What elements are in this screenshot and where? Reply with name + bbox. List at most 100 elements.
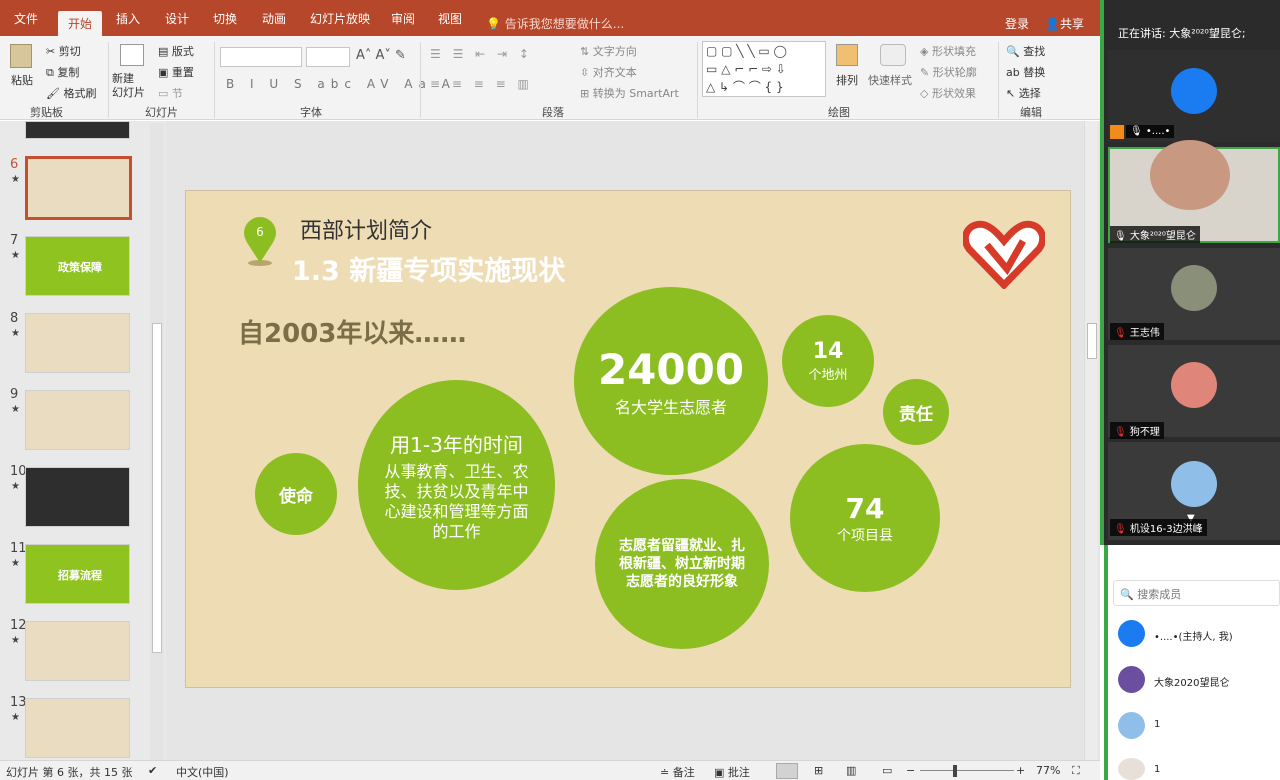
scroll-thumb[interactable] bbox=[152, 323, 162, 653]
heart-hand-logo-icon bbox=[963, 220, 1045, 289]
member-name[interactable]: 1 bbox=[1154, 764, 1160, 775]
tab-slideshow[interactable]: 幻灯片放映 bbox=[310, 10, 370, 27]
zoom-thumb[interactable] bbox=[953, 765, 957, 777]
copy-button[interactable]: ⧉ 复制 bbox=[46, 64, 79, 80]
slide-scrollbar[interactable] bbox=[1084, 121, 1098, 760]
slide-thumbnail-9[interactable] bbox=[25, 390, 130, 450]
align-icons[interactable]: ≡ ≡ ≡ ≡ ▥ bbox=[430, 77, 533, 91]
circle-counties: 74 个项目县 bbox=[790, 444, 940, 592]
select-button[interactable]: ↖ 选择 bbox=[1006, 85, 1041, 101]
tab-animations[interactable]: 动画 bbox=[262, 10, 286, 27]
thumb-label: 政策保障 bbox=[58, 261, 102, 274]
star-icon: ★ bbox=[11, 558, 20, 569]
font-name-field[interactable] bbox=[220, 47, 302, 67]
star-icon: ★ bbox=[11, 174, 20, 185]
search-placeholder: 搜索成员 bbox=[1137, 588, 1182, 601]
member-name[interactable]: 1 bbox=[1154, 719, 1160, 730]
slide-thumbnail-13[interactable] bbox=[25, 698, 130, 758]
shape-fill-button[interactable]: ◈ 形状填充 bbox=[920, 43, 976, 59]
slide[interactable]: 6 西部计划简介 1.3 新疆专项实施现状 自2003年以来…… 使命 用1-3… bbox=[185, 190, 1071, 688]
paint-bucket-icon: ◈ bbox=[920, 45, 932, 58]
language[interactable]: 中文(中国) bbox=[176, 764, 229, 780]
zoom-in-icon[interactable]: + bbox=[1016, 764, 1025, 777]
tab-design[interactable]: 设计 bbox=[165, 10, 189, 27]
tab-review[interactable]: 审阅 bbox=[391, 10, 415, 27]
shapes-gallery[interactable]: ▢ ▢ ╲ ╲ ▭ ◯ ▭ △ ⌐ ⌐ ⇨ ⇩ △ ↳ ⌒ ⌒ { } bbox=[702, 41, 826, 97]
font-size-field[interactable] bbox=[306, 47, 350, 67]
tab-insert[interactable]: 插入 bbox=[116, 10, 140, 27]
star-icon: ★ bbox=[11, 250, 20, 261]
format-painter-button[interactable]: 🖌 格式刷 bbox=[46, 85, 96, 101]
notes-icon: ≐ bbox=[660, 766, 673, 779]
list-icons[interactable]: ☰ ☰ ⇤ ⇥ ↕ bbox=[430, 47, 533, 61]
slide-thumbnail-11[interactable]: 招募流程 bbox=[25, 544, 130, 604]
star-icon: ★ bbox=[11, 328, 20, 339]
sorter-view-icon[interactable]: ⊞ bbox=[814, 764, 823, 777]
circle-mission: 使命 bbox=[255, 453, 337, 535]
font-style-icons[interactable]: B I U S abc AV Aa A bbox=[226, 77, 456, 91]
smartart-button[interactable]: ⊞ 转换为 SmartArt bbox=[580, 85, 679, 101]
avatar bbox=[1171, 265, 1217, 311]
spellcheck-icon[interactable]: ✔ bbox=[148, 764, 157, 777]
arrange-icon bbox=[836, 44, 858, 66]
find-button[interactable]: 🔍 查找 bbox=[1006, 43, 1045, 59]
avatar bbox=[1171, 461, 1217, 507]
scroll-thumb[interactable] bbox=[1087, 323, 1097, 359]
share-button[interactable]: 👤共享 bbox=[1045, 15, 1084, 32]
member-name[interactable]: 大象2020望昆仑 bbox=[1154, 674, 1229, 689]
text-direction-button[interactable]: ⇅ 文字方向 bbox=[580, 43, 637, 59]
cut-label: 剪切 bbox=[58, 45, 81, 58]
tab-home[interactable]: 开始 bbox=[58, 11, 103, 36]
shape-outline-button[interactable]: ✎ 形状轮廓 bbox=[920, 64, 977, 80]
tab-transitions[interactable]: 切换 bbox=[213, 10, 237, 27]
participant-label: 王志伟 bbox=[1129, 328, 1160, 339]
shape-effects-button[interactable]: ◇ 形状效果 bbox=[920, 85, 976, 101]
comments-button[interactable]: ▣ 批注 bbox=[714, 764, 750, 780]
slide-thumbnail-12[interactable] bbox=[25, 621, 130, 681]
section-button[interactable]: ▭ 节 bbox=[158, 85, 183, 101]
circle-time: 用1-3年的时间 从事教育、卫生、农技、扶贫以及青年中心建设和管理等方面的工作 bbox=[358, 380, 555, 590]
align-text-button[interactable]: ⇳ 对齐文本 bbox=[580, 64, 637, 80]
reading-view-icon[interactable]: ▥ bbox=[846, 764, 856, 777]
align-label: 对齐文本 bbox=[592, 66, 637, 79]
cut-button[interactable]: ✂ 剪切 bbox=[46, 43, 81, 59]
slide-thumbnail-6[interactable] bbox=[25, 156, 132, 220]
map-pin-icon bbox=[244, 217, 276, 266]
slideshow-view-icon[interactable]: ▭ bbox=[882, 764, 892, 777]
slide-title: 西部计划简介 bbox=[300, 219, 433, 244]
fit-slide-icon[interactable]: ⛶ bbox=[1072, 764, 1080, 778]
slide-thumbnail-7[interactable]: 政策保障 bbox=[25, 236, 130, 296]
layout-button[interactable]: ▤ 版式 bbox=[158, 43, 194, 59]
zoom-out-icon[interactable]: − bbox=[906, 764, 915, 777]
zoom-level[interactable]: 77% bbox=[1036, 764, 1060, 777]
tab-file[interactable]: 文件 bbox=[14, 10, 38, 27]
effects-label: 形状效果 bbox=[931, 87, 976, 100]
notes-button[interactable]: ≐ 备注 bbox=[660, 764, 695, 780]
zoom-slider[interactable] bbox=[920, 770, 1014, 771]
divider bbox=[214, 42, 215, 118]
arrange-button[interactable]: 排列 bbox=[836, 72, 858, 88]
painter-label: 格式刷 bbox=[63, 87, 97, 100]
font-size-icons[interactable]: A˄ A˅ ✎ bbox=[356, 48, 406, 63]
new-slide-button[interactable]: 新建 幻灯片 bbox=[112, 72, 145, 100]
copy-label: 复制 bbox=[57, 66, 80, 79]
slide-number: 7 bbox=[10, 233, 19, 248]
thumbnail-scrollbar[interactable] bbox=[150, 123, 164, 760]
slide-thumbnail-5[interactable] bbox=[25, 121, 130, 139]
slide-number: 9 bbox=[10, 387, 19, 402]
tab-view[interactable]: 视图 bbox=[438, 10, 462, 27]
replace-button[interactable]: ab 替换 bbox=[1006, 64, 1045, 80]
slide-thumbnail-10[interactable] bbox=[25, 467, 130, 527]
tell-me-box[interactable]: 💡 告诉我您想要做什么... bbox=[486, 15, 624, 32]
slide-thumbnail-8[interactable] bbox=[25, 313, 130, 373]
login-button[interactable]: 登录 bbox=[1005, 15, 1029, 32]
member-name[interactable]: •....•(主持人, 我) bbox=[1154, 628, 1233, 643]
search-icon: 🔍 bbox=[1006, 45, 1024, 58]
reset-button[interactable]: ▣ 重置 bbox=[158, 64, 194, 80]
member-search-input[interactable]: 🔍 搜索成员 bbox=[1113, 580, 1280, 606]
participant-name: 🎙 机设16-3边洪峰 bbox=[1110, 519, 1207, 536]
quick-styles-button[interactable]: 快速样式 bbox=[868, 72, 912, 88]
paste-button[interactable]: 粘贴 bbox=[11, 72, 33, 88]
paste-icon bbox=[10, 44, 32, 68]
normal-view-icon[interactable] bbox=[776, 763, 798, 779]
